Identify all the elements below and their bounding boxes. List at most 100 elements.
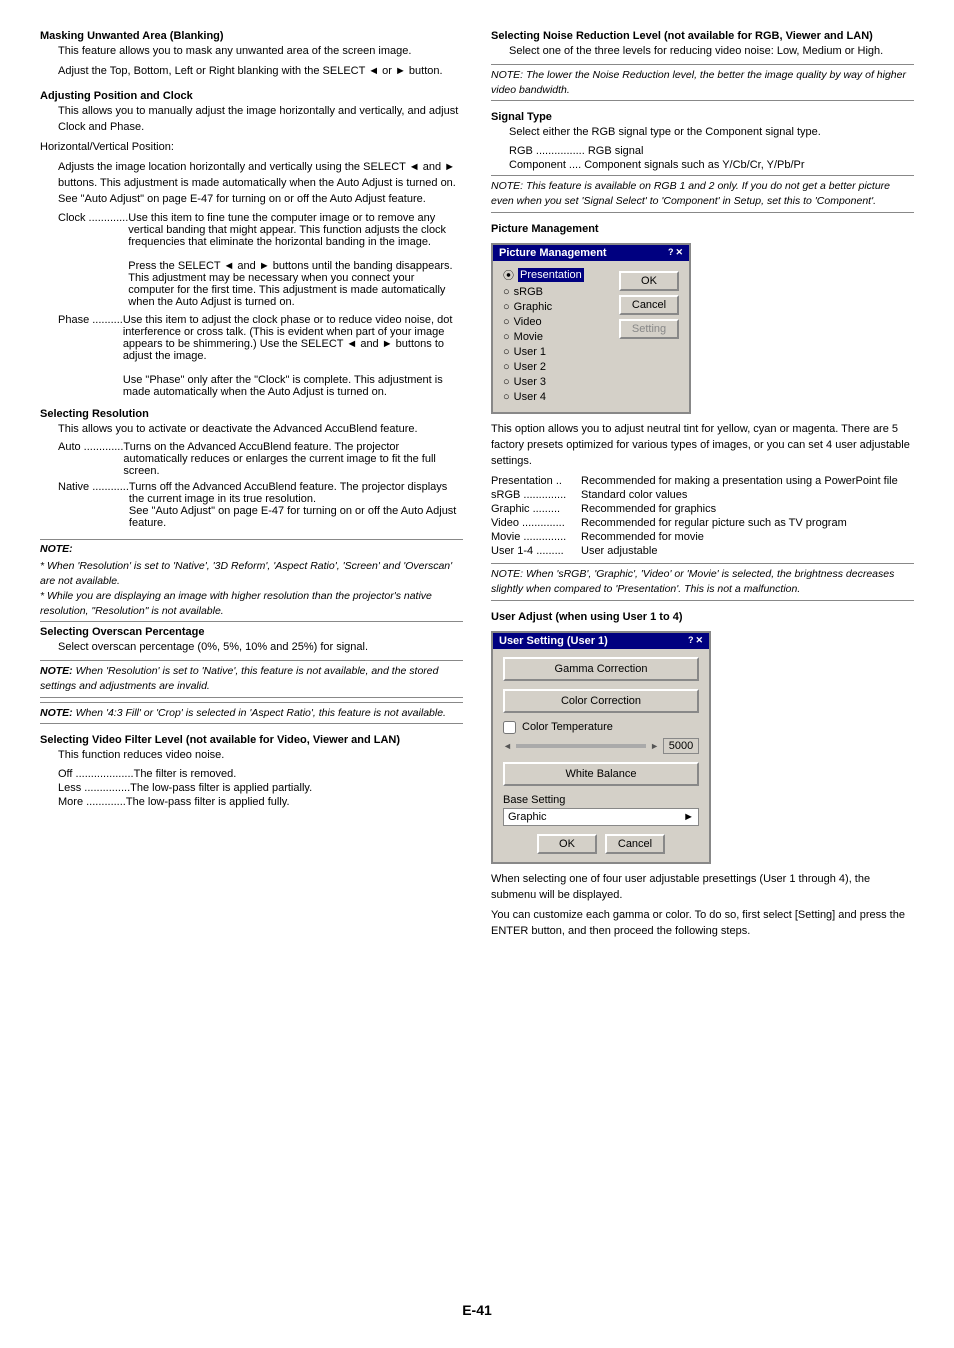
auto-val: Turns on the Advanced AccuBlend feature.… xyxy=(123,441,463,477)
color-temp-checkbox[interactable] xyxy=(503,721,516,734)
option-video[interactable]: ○ Video xyxy=(503,316,605,328)
signal-title: Signal Type xyxy=(491,111,914,123)
base-setting-row: Base Setting Graphic ► xyxy=(503,794,699,826)
option-graphic[interactable]: ○ Graphic xyxy=(503,301,605,313)
hv-label: Horizontal/Vertical Position: xyxy=(40,140,463,156)
resolution-note: NOTE: * When 'Resolution' is set to 'Nat… xyxy=(40,539,463,622)
adjusting-section: Adjusting Position and Clock This allows… xyxy=(40,90,463,398)
color-temp-label: Color Temperature xyxy=(522,721,613,733)
picture-mgmt-titlebar: Picture Management ? ✕ xyxy=(493,245,689,261)
pm-video-row: Video .............. Recommended for reg… xyxy=(491,517,914,529)
user-adjust-section: User Adjust (when using User 1 to 4) Use… xyxy=(491,611,914,940)
radio-srgb[interactable]: ○ xyxy=(503,286,510,298)
ok-button[interactable]: OK xyxy=(619,271,679,291)
pm-graphic-row: Graphic ......... Recommended for graphi… xyxy=(491,503,914,515)
adjusting-title: Adjusting Position and Clock xyxy=(40,90,463,102)
video-filter-title: Selecting Video Filter Level (not availa… xyxy=(40,734,463,746)
signal-note-text: NOTE: This feature is available on RGB 1… xyxy=(491,180,890,207)
video-label: Video xyxy=(514,316,542,328)
radio-movie[interactable]: ○ xyxy=(503,331,510,343)
user-ok-button[interactable]: OK xyxy=(537,834,597,854)
gamma-correction-button[interactable]: Gamma Correction xyxy=(503,657,699,681)
pm-user-key: User 1-4 ......... xyxy=(491,545,581,557)
user-adjust-desc2: You can customize each gamma or color. T… xyxy=(491,908,914,940)
overscan-note2-text: When '4:3 Fill' or 'Crop' is selected in… xyxy=(76,707,446,719)
video-filter-text: This function reduces video noise. xyxy=(58,748,463,764)
overscan-section: Selecting Overscan Percentage Select ove… xyxy=(40,626,463,724)
clock-row: Clock ............. Use this item to fin… xyxy=(58,212,463,308)
pm-graphic-key: Graphic ......... xyxy=(491,503,581,515)
user-close-icon[interactable]: ✕ xyxy=(695,635,703,646)
user-setting-dialog: User Setting (User 1) ? ✕ Gamma Correcti… xyxy=(491,631,711,864)
noise-note: NOTE: The lower the Noise Reduction leve… xyxy=(491,64,914,101)
pm-graphic-val: Recommended for graphics xyxy=(581,503,914,515)
base-dropdown[interactable]: Graphic ► xyxy=(503,808,699,826)
option-user3[interactable]: ○ User 3 xyxy=(503,376,605,388)
movie-label: Movie xyxy=(514,331,543,343)
resolution-text: This allows you to activate or deactivat… xyxy=(58,422,463,438)
hv-text: Adjusts the image location horizontally … xyxy=(58,160,463,208)
pm-user-row: User 1-4 ......... User adjustable xyxy=(491,545,914,557)
user-dialog-title: User Setting (User 1) xyxy=(499,635,608,647)
picture-mgmt-dialog: Picture Management ? ✕ ⦿ Presentation xyxy=(491,243,691,414)
overscan-note1-text: When 'Resolution' is set to 'Native', th… xyxy=(40,665,438,692)
dropdown-arrow-icon: ► xyxy=(683,811,694,823)
user-titlebar-buttons: ? ✕ xyxy=(688,635,703,646)
option-user2[interactable]: ○ User 2 xyxy=(503,361,605,373)
radio-graphic[interactable]: ○ xyxy=(503,301,510,313)
slider-left-arrow[interactable]: ◄ xyxy=(503,741,512,751)
setting-button[interactable]: Setting xyxy=(619,319,679,339)
overscan-note2-label: NOTE: xyxy=(40,707,73,719)
picture-mgmt-items: Presentation .. Recommended for making a… xyxy=(491,475,914,557)
pm-srgb-row: sRGB .............. Standard color value… xyxy=(491,489,914,501)
right-column: Selecting Noise Reduction Level (not ava… xyxy=(491,30,914,1278)
less-key: Less ............... xyxy=(58,782,130,794)
slider-track[interactable] xyxy=(516,744,646,748)
user-dialog-bottom-buttons: OK Cancel xyxy=(503,834,699,854)
slider-right-arrow[interactable]: ► xyxy=(650,741,659,751)
pm-presentation-row: Presentation .. Recommended for making a… xyxy=(491,475,914,487)
close-icon[interactable]: ✕ xyxy=(675,247,683,258)
radio-user4[interactable]: ○ xyxy=(503,391,510,403)
noise-text: Select one of the three levels for reduc… xyxy=(509,44,914,60)
dialog-content: ⦿ Presentation ○ sRGB ○ Graphic xyxy=(503,267,679,406)
help-icon[interactable]: ? xyxy=(668,247,674,258)
signal-text: Select either the RGB signal type or the… xyxy=(509,125,914,141)
picture-options: ⦿ Presentation ○ sRGB ○ Graphic xyxy=(503,267,605,406)
cancel-button[interactable]: Cancel xyxy=(619,295,679,315)
adjusting-text: This allows you to manually adjust the i… xyxy=(58,104,463,136)
radio-presentation[interactable]: ⦿ xyxy=(503,267,514,283)
option-presentation[interactable]: ⦿ Presentation xyxy=(503,267,605,283)
option-user1[interactable]: ○ User 1 xyxy=(503,346,605,358)
video-filter-section: Selecting Video Filter Level (not availa… xyxy=(40,734,463,808)
pm-presentation-key: Presentation .. xyxy=(491,475,581,487)
option-user4[interactable]: ○ User 4 xyxy=(503,391,605,403)
user-adjust-desc1: When selecting one of four user adjustab… xyxy=(491,872,914,904)
overscan-title: Selecting Overscan Percentage xyxy=(40,626,463,638)
pm-video-key: Video .............. xyxy=(491,517,581,529)
signal-component: Component .... Component signals such as… xyxy=(509,159,914,171)
user-cancel-button[interactable]: Cancel xyxy=(605,834,665,854)
user3-label: User 3 xyxy=(514,376,546,388)
srgb-label: sRGB xyxy=(514,286,543,298)
phase-val: Use this item to adjust the clock phase … xyxy=(123,314,463,398)
radio-video[interactable]: ○ xyxy=(503,316,510,328)
radio-user2[interactable]: ○ xyxy=(503,361,510,373)
color-correction-button[interactable]: Color Correction xyxy=(503,689,699,713)
option-srgb[interactable]: ○ sRGB xyxy=(503,286,605,298)
picture-mgmt-title: Picture Management xyxy=(491,223,914,235)
less-val: The low-pass filter is applied partially… xyxy=(130,782,463,794)
radio-user1[interactable]: ○ xyxy=(503,346,510,358)
radio-user3[interactable]: ○ xyxy=(503,376,510,388)
left-column: Masking Unwanted Area (Blanking) This fe… xyxy=(40,30,463,1278)
pm-srgb-key: sRGB .............. xyxy=(491,489,581,501)
user-help-icon[interactable]: ? xyxy=(688,635,694,646)
overscan-note1-label: NOTE: xyxy=(40,665,73,677)
masking-title: Masking Unwanted Area (Blanking) xyxy=(40,30,463,42)
off-row: Off ................... The filter is re… xyxy=(58,768,463,780)
white-balance-button[interactable]: White Balance xyxy=(503,762,699,786)
user-dialog-titlebar: User Setting (User 1) ? ✕ xyxy=(493,633,709,649)
slider-value: 5000 xyxy=(663,738,699,754)
option-movie[interactable]: ○ Movie xyxy=(503,331,605,343)
overscan-note1: NOTE: When 'Resolution' is set to 'Nativ… xyxy=(40,660,463,697)
